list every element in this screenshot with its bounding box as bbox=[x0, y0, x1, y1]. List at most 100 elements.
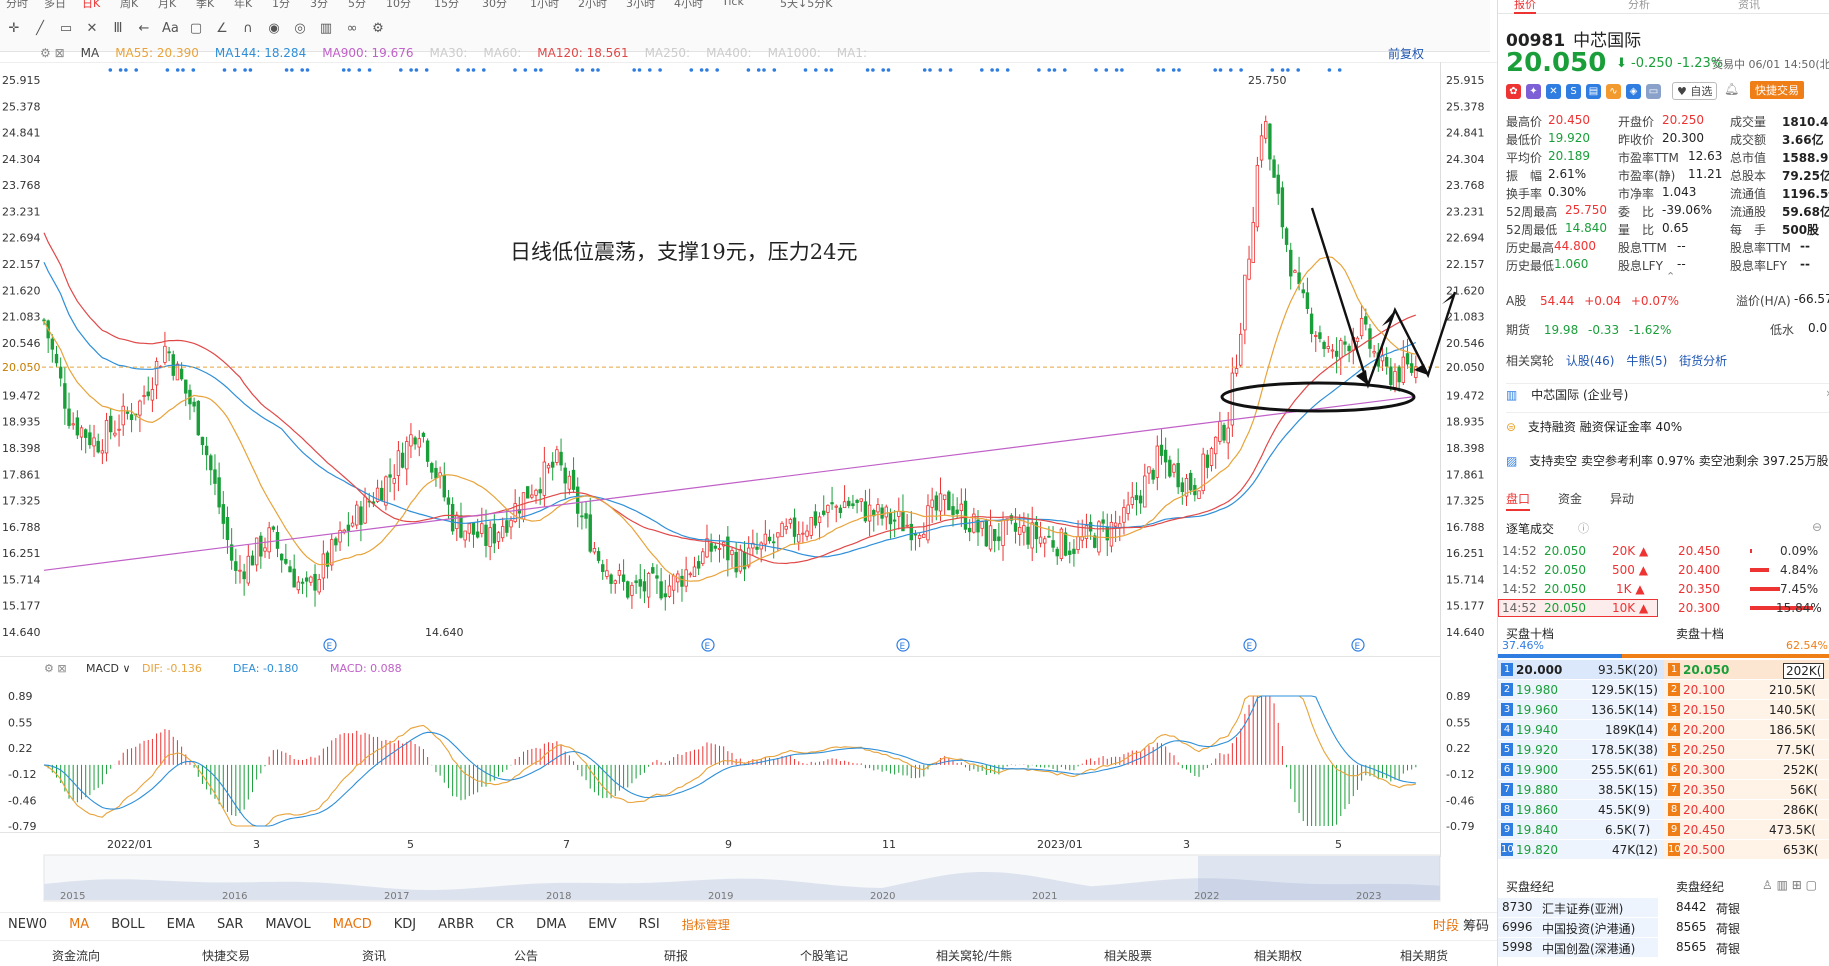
price-tick-left: 15.714 bbox=[2, 573, 41, 586]
book-row[interactable]: 10 19.820 47K(12) 10 20.500 653K( bbox=[1498, 840, 1829, 860]
broker-row[interactable]: 5998 中国创盈(深港通) 8565 荷银 bbox=[1498, 938, 1829, 958]
candle-body bbox=[880, 507, 884, 519]
bottom-tab[interactable]: 相关股票 bbox=[1104, 947, 1152, 964]
fast-trade-button[interactable]: 快捷交易 bbox=[1750, 81, 1804, 99]
indicator-tab[interactable]: DMA bbox=[536, 917, 566, 932]
bid-price: 19.960 bbox=[1516, 703, 1558, 717]
ask-price: 20.150 bbox=[1683, 703, 1725, 717]
indicator-tab[interactable]: CR bbox=[496, 917, 514, 932]
indicator-tab[interactable]: ARBR bbox=[438, 917, 474, 932]
broker-row[interactable]: 6996 中国投资(沪港通) 8565 荷银 bbox=[1498, 918, 1829, 938]
warrant-link[interactable]: 认股(46) bbox=[1566, 354, 1615, 368]
event-dot bbox=[290, 68, 294, 72]
bottom-tab[interactable]: 研报 bbox=[664, 947, 688, 964]
note-icon[interactable]: ▭ bbox=[1646, 83, 1661, 99]
quote-label: 平均价 bbox=[1506, 151, 1543, 165]
indicator-tab[interactable]: KDJ bbox=[394, 917, 416, 932]
tab-orderbook[interactable]: 盘口 bbox=[1506, 490, 1531, 511]
book-row[interactable]: 8 19.860 45.5K(9) 8 20.400 286K( bbox=[1498, 800, 1829, 820]
indicator-tab[interactable]: MACD bbox=[333, 917, 372, 932]
book-row[interactable]: 6 19.900 255.5K(61) 6 20.300 252K( bbox=[1498, 760, 1829, 780]
quote-label: 52周最低 bbox=[1506, 223, 1558, 237]
tab-funds[interactable]: 资金 bbox=[1558, 490, 1582, 511]
bottom-tab[interactable]: 相关期权 bbox=[1254, 947, 1302, 964]
book-row[interactable]: 5 19.920 178.5K(38) 5 20.250 77.5K( bbox=[1498, 740, 1829, 760]
price-tick-right: 20.546 bbox=[1446, 337, 1485, 350]
company-row[interactable]: ▥ 中芯国际 (企业号) › bbox=[1506, 383, 1829, 413]
more-icon[interactable]: ⊖ bbox=[1812, 520, 1822, 534]
panel-tab[interactable]: 资讯 bbox=[1738, 0, 1760, 12]
futures-price: 19.98 bbox=[1543, 323, 1579, 337]
indicator-tab[interactable]: NEW0 bbox=[8, 917, 47, 932]
short-icon[interactable]: S bbox=[1566, 83, 1581, 99]
bottom-tab[interactable]: 相关窝轮/牛熊 bbox=[936, 947, 1012, 964]
ask-level: 5 bbox=[1668, 743, 1680, 756]
macd-tick-left: 0.89 bbox=[8, 690, 33, 703]
quote-value: 1.043 bbox=[1662, 185, 1697, 199]
broker-tool-icons[interactable]: ♙ ▥ ⊞ ▢ bbox=[1762, 878, 1817, 892]
bottom-tab[interactable]: 个股笔记 bbox=[800, 947, 848, 964]
hk-icon[interactable]: ✿ bbox=[1506, 83, 1521, 99]
panel-tab[interactable]: 分析 bbox=[1628, 0, 1650, 12]
overview-window[interactable] bbox=[1198, 856, 1440, 900]
indicator-tab[interactable]: MAVOL bbox=[265, 917, 310, 932]
broker-row[interactable]: 8730 汇丰证券(亚洲) 8442 荷银 bbox=[1498, 898, 1829, 918]
cbbc-link[interactable]: 牛熊(5) bbox=[1626, 354, 1667, 368]
indicator-tab[interactable]: 指标管理 bbox=[682, 916, 730, 933]
broker-id: 8442 bbox=[1676, 900, 1707, 914]
bottom-tab[interactable]: 相关期货 bbox=[1400, 947, 1448, 964]
xaxis-line bbox=[0, 832, 1440, 833]
bell-icon[interactable]: 🔔︎ bbox=[1724, 82, 1739, 96]
book-row[interactable]: 4 19.940 189K(14) 4 20.200 186.5K( bbox=[1498, 720, 1829, 740]
quote-row: 最低价 19.920 昨收价 20.300 成交额 3.66亿 bbox=[1506, 131, 1829, 149]
bottom-tab[interactable]: 公告 bbox=[514, 947, 538, 964]
book-row[interactable]: 1 20.000 93.5K(20) 1 20.050 202K( bbox=[1498, 660, 1829, 680]
macd-label[interactable]: MACD ∨ bbox=[86, 662, 131, 675]
margin-icon[interactable]: ✕ bbox=[1546, 83, 1561, 99]
broker-name: 荷银 bbox=[1716, 922, 1741, 936]
event-dot bbox=[1047, 68, 1051, 72]
candle-body bbox=[1068, 550, 1072, 555]
indicator-tab[interactable]: EMV bbox=[588, 917, 616, 932]
price-chart[interactable]: 25.915 25.915 25.378 25.378 24.841 24.841 24.3… bbox=[0, 0, 1497, 912]
quote-label: 市净率 bbox=[1618, 187, 1655, 201]
chips-tab[interactable]: 筹码 bbox=[1463, 919, 1489, 934]
event-dot bbox=[1213, 68, 1217, 72]
indicator-tab[interactable]: MA bbox=[69, 917, 89, 932]
date-tick: 2023/01 bbox=[1037, 838, 1083, 851]
quote-value: 1810.41万 bbox=[1782, 115, 1829, 129]
info-icon[interactable]: ⓘ bbox=[1578, 520, 1589, 536]
stats-icon[interactable]: ▤ bbox=[1586, 83, 1601, 99]
rating-icon[interactable]: ✦ bbox=[1526, 83, 1541, 99]
indicator-tab[interactable]: SAR bbox=[217, 917, 243, 932]
indicator-tab[interactable]: BOLL bbox=[111, 917, 144, 932]
candle-body bbox=[1255, 164, 1260, 228]
session-tab[interactable]: 时段 bbox=[1433, 919, 1459, 934]
bottom-tab[interactable]: 资金流向 bbox=[52, 947, 100, 964]
wave-icon[interactable]: ∿ bbox=[1606, 83, 1621, 99]
quote-value: 25.750 bbox=[1565, 203, 1607, 217]
price-tick-left: 18.398 bbox=[2, 442, 41, 455]
street-link[interactable]: 街货分析 bbox=[1679, 354, 1727, 368]
candle-body bbox=[888, 512, 893, 525]
bottom-tab[interactable]: 快捷交易 bbox=[202, 947, 250, 964]
dist-pct: 0.09% bbox=[1780, 544, 1819, 558]
panel-tab[interactable]: 报价 bbox=[1514, 0, 1536, 14]
watchlist-button[interactable]: ♥ 自选 bbox=[1672, 82, 1718, 100]
collapse-icon[interactable]: ⌃ bbox=[1666, 270, 1675, 283]
candle-body bbox=[288, 566, 292, 573]
tab-movement[interactable]: 异动 bbox=[1610, 490, 1634, 511]
bottom-tab[interactable]: 资讯 bbox=[362, 947, 386, 964]
macd-settings-icon[interactable]: ⚙ ⊠ bbox=[44, 662, 67, 675]
down-arrow-icon: ⬇ bbox=[1616, 56, 1627, 71]
indicator-tab[interactable]: RSI bbox=[639, 917, 660, 932]
book-row[interactable]: 7 19.880 38.5K(15) 7 20.350 56K( bbox=[1498, 780, 1829, 800]
book-row[interactable]: 9 19.840 6.5K(7) 9 20.450 473.5K( bbox=[1498, 820, 1829, 840]
candle-body bbox=[1230, 372, 1235, 426]
tag-icon[interactable]: ◈ bbox=[1626, 83, 1641, 99]
book-row[interactable]: 2 19.980 129.5K(15) 2 20.100 210.5K( bbox=[1498, 680, 1829, 700]
event-dot bbox=[980, 68, 984, 72]
indicator-tab[interactable]: EMA bbox=[167, 917, 195, 932]
candle-body bbox=[555, 449, 559, 463]
book-row[interactable]: 3 19.960 136.5K(14) 3 20.150 140.5K( bbox=[1498, 700, 1829, 720]
